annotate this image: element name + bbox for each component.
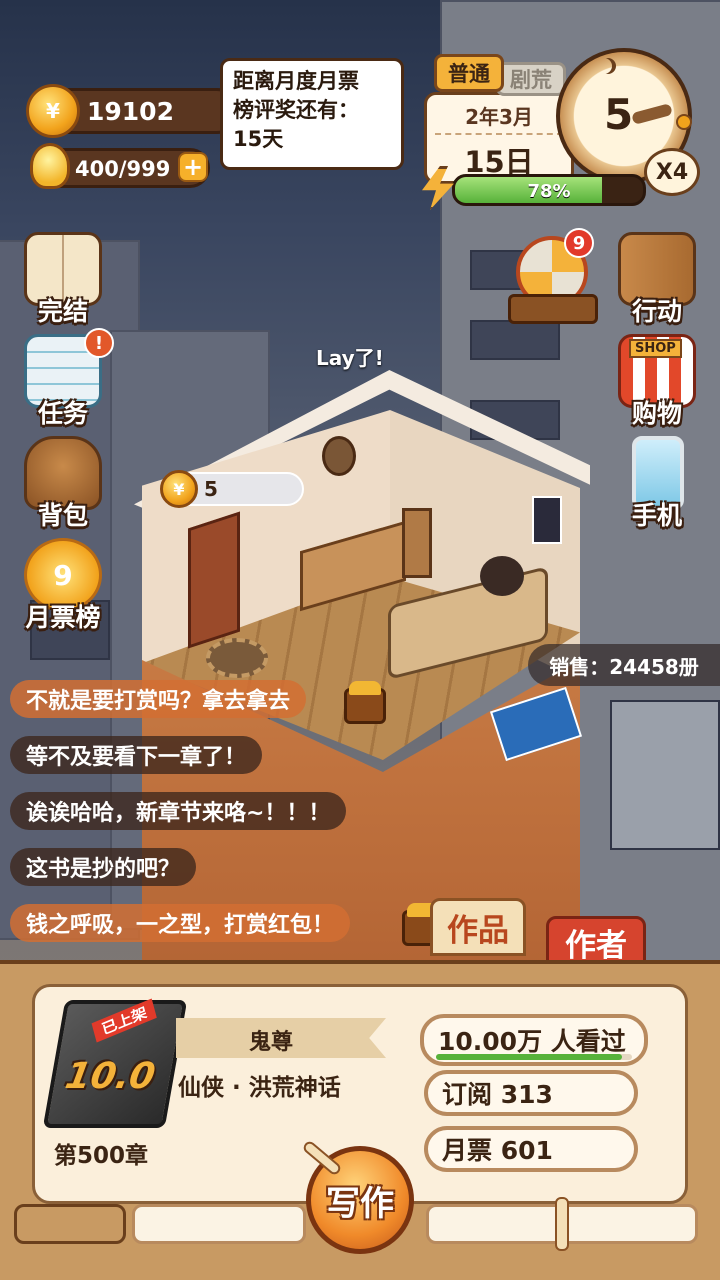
moon-icon xyxy=(596,58,612,74)
coin-bubble-amount: 5 xyxy=(204,477,218,501)
add-energy-button[interactable]: + xyxy=(178,152,208,182)
monthly-tickets-stat: 月票 601 xyxy=(424,1126,638,1172)
menu-shop-label: 购物 xyxy=(631,399,682,428)
sleeping-character-icon xyxy=(480,556,524,596)
energy-progress-bar: 78% xyxy=(452,174,646,206)
character-speech: Lay了! xyxy=(316,346,384,370)
treasure-chest-icon[interactable] xyxy=(344,681,386,724)
coin-amount: 19102 xyxy=(87,97,174,126)
wall-poster xyxy=(532,496,562,544)
clock-hand-icon xyxy=(631,103,673,125)
sales-counter: 销售：24458册 xyxy=(528,644,720,686)
menu-tasks[interactable]: ! 任务 xyxy=(18,328,114,430)
comment-bubble: 不就是要打赏吗？拿去拿去 xyxy=(10,680,307,718)
bottom-slot-left[interactable] xyxy=(14,1204,126,1244)
menu-completed[interactable]: 完结 xyxy=(18,232,108,328)
comment-bubble: 等不及要看下一章了！ xyxy=(10,736,263,774)
chair-icon xyxy=(402,508,432,578)
round-window-icon xyxy=(322,436,356,476)
menu-backpack[interactable]: 背包 xyxy=(18,436,108,532)
readers-progress-track xyxy=(436,1054,632,1060)
shop-sign: SHOP xyxy=(629,339,682,358)
room-door[interactable] xyxy=(188,511,240,649)
lightbulb-icon xyxy=(30,143,70,189)
calendar-month: 2年3月 xyxy=(465,105,533,129)
bottom-slider[interactable] xyxy=(426,1197,698,1251)
building-window xyxy=(470,320,560,360)
menu-backpack-label: 背包 xyxy=(37,501,88,530)
menu-monthly-ranking[interactable]: 9 月票榜 xyxy=(18,538,108,634)
comment-bubble: 这书是抄的吧？ xyxy=(10,848,197,886)
slider-handle[interactable] xyxy=(555,1197,569,1251)
mode-tag-faded[interactable]: 剧荒 xyxy=(496,62,566,96)
building-window xyxy=(610,700,720,850)
write-button-label: 写作 xyxy=(326,1183,394,1224)
on-shelf-ribbon: 已上架 xyxy=(91,998,157,1043)
comment-bubble: 钱之呼吸，一之型，打赏红包！ xyxy=(10,904,351,942)
readers-count: 10.00万 人看过 xyxy=(438,1027,626,1056)
readers-progress-fill xyxy=(436,1054,623,1060)
menu-action-label: 行动 xyxy=(631,297,682,326)
subscriptions-stat: 订阅 313 xyxy=(424,1070,638,1116)
calendar-card: 2年3月 15日 xyxy=(424,92,574,184)
tab-works[interactable]: 作品 xyxy=(430,898,526,956)
coin-bubble[interactable]: ¥ 5 xyxy=(160,470,304,508)
menu-shop[interactable]: SHOP 购物 xyxy=(612,334,702,430)
menu-tasks-label: 任务 xyxy=(37,399,88,428)
monthly-ticket-countdown-tooltip: 距离月度月票 榜评奖还有： 15天 xyxy=(220,58,404,170)
book-title-ribbon: 鬼尊 xyxy=(176,1018,386,1058)
book-title: 鬼尊 xyxy=(248,1030,293,1055)
menu-monthly-ranking-label: 月票榜 xyxy=(25,603,101,632)
book-chapter: 第500章 xyxy=(54,1143,149,1169)
wheel-stand xyxy=(508,294,598,324)
wheel-badge: 9 xyxy=(564,228,594,258)
comment-bubble: 诶诶哈哈，新章节来咯~！！！ xyxy=(10,792,347,830)
bottom-slot-mid[interactable] xyxy=(132,1204,306,1244)
book-cover[interactable]: 已上架 10.0 xyxy=(42,998,188,1128)
menu-phone[interactable]: 手机 xyxy=(612,436,702,532)
coin-icon: ¥ xyxy=(160,470,198,508)
lucky-wheel-button[interactable]: 9 xyxy=(506,228,600,326)
book-score: 10.0 xyxy=(62,1056,159,1097)
readers-stat: 10.00万 人看过 xyxy=(420,1014,648,1066)
round-rug-icon xyxy=(206,638,268,678)
task-alert-badge: ! xyxy=(84,328,114,358)
mode-tag-normal[interactable]: 普通 xyxy=(434,54,504,92)
coin-icon: ¥ xyxy=(26,84,80,138)
sun-icon xyxy=(676,114,692,130)
energy-progress-label: 78% xyxy=(527,181,571,202)
menu-action[interactable]: 行动 xyxy=(612,232,702,328)
clock-hour: 5 xyxy=(604,90,634,139)
speed-toggle-button[interactable]: X4 xyxy=(644,148,700,196)
menu-phone-label: 手机 xyxy=(631,501,682,530)
menu-completed-label: 完结 xyxy=(37,297,88,326)
book-genre: 仙侠 · 洪荒神话 xyxy=(178,1075,341,1101)
energy-amount: 400/999 xyxy=(75,157,171,181)
